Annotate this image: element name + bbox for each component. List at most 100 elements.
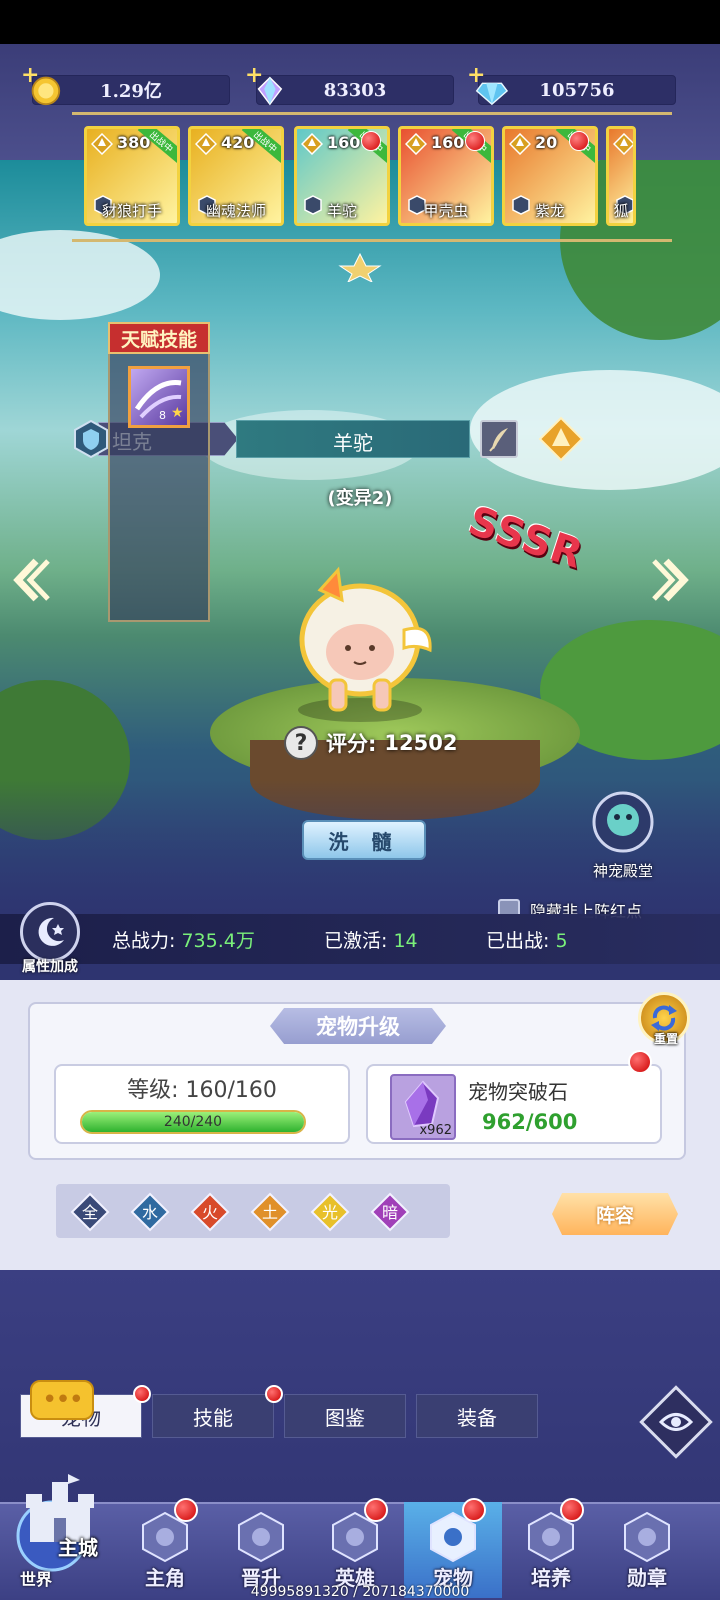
diamond-currency[interactable]: + 105756 [467,62,676,106]
dark-filter-button[interactable]: 暗 [370,1192,410,1232]
light-filter-button[interactable]: 光 [310,1192,350,1232]
tab-skills[interactable]: 技能 [152,1385,283,1438]
pet-level: 20 [535,133,558,152]
deployed-count: 已出战: 5 [486,926,568,953]
pet-name: 羊驼 [326,202,357,220]
score-value: 12502 [384,731,458,755]
earth-element-badge-icon[interactable] [538,416,584,462]
main-city-button[interactable]: 主城 世界 [8,1472,118,1592]
talent-title: 天赋技能 [108,322,210,354]
water-filter-button[interactable]: 水 [130,1192,170,1232]
stone-progress: 962/600 [482,1110,578,1134]
tab-red-dot [265,1385,283,1403]
alpaca-pet-figure [298,566,432,722]
divine-pet-hall-button[interactable]: 神宠殿堂 [585,790,661,881]
promotion-badge-icon [238,1511,284,1563]
all-filter-icon: 全 [70,1192,110,1232]
earth-filter-label: 土 [262,1203,278,1222]
stats-bar: 总战力: 735.4万 已激活: 14 已出战: 5 [0,914,720,964]
pet-card[interactable]: 160出战中甲壳虫 [398,126,494,226]
pet-card[interactable]: 160出战中羊驼 [294,126,390,226]
add-gold-icon[interactable]: + [21,62,39,88]
total-power: 总战力: 735.4万 [112,926,255,953]
tab-label: 装备 [457,1405,497,1430]
rank-crown-icon [509,133,531,155]
rename-button[interactable] [480,420,518,458]
pet-card[interactable]: 狐 [606,126,636,226]
wash-marrow-button[interactable]: 洗 髓 [302,820,426,860]
dark-filter-label: 暗 [382,1203,398,1222]
tab-equipment[interactable]: 装备 [416,1394,538,1438]
gold-currency[interactable]: + 1.29亿 [21,62,230,106]
rank-crown-icon [195,133,217,155]
total-power-label: 总战力: [112,930,176,952]
crystal-value: 83303 [323,79,387,101]
tab-codex[interactable]: 图鉴 [284,1394,406,1438]
pet-name: 豺狼打手 [101,202,162,220]
add-diamond-icon[interactable]: + [467,62,485,88]
earth-filter-button[interactable]: 土 [250,1192,290,1232]
nav-red-dot [364,1498,388,1522]
attribute-bonus-button[interactable]: 属性加成 [14,902,86,976]
tab-red-dot [133,1385,151,1403]
star-icon: ★ [171,405,184,421]
pet-card[interactable]: 380 出战中 豺狼打手 [84,126,180,226]
score-display: ? 评分: 12502 [284,726,457,760]
dark-filter-icon: 暗 [370,1192,410,1232]
eye-swirl-icon [658,1413,694,1431]
pet-name: 甲壳虫 [423,202,469,220]
reset-button[interactable]: 重置 [638,992,694,1052]
feather-pen-icon [489,428,508,452]
pet-card[interactable]: 20出战中紫龙 [502,126,598,226]
next-pet-arrow-icon[interactable] [650,555,690,605]
stone-name: 宠物突破石 [468,1080,568,1104]
fire-filter-label: 火 [202,1203,218,1222]
crown-ornament-icon [338,252,382,282]
rank-crown-icon [613,133,633,155]
footer-ids: 49995891320 / 207184370000 [250,1584,470,1600]
diamond-value: 105756 [539,79,615,101]
skill-level: 8 [159,409,166,422]
moon-star-icon [38,917,64,946]
tab-label: 技能 [193,1405,233,1430]
exp-progress-bar: 240/240 [80,1110,306,1134]
pet-upgrade-title: 宠物升级 [270,1008,446,1044]
pet-hall-icon [592,791,654,853]
pet-name: 紫龙 [534,202,565,220]
exp-progress-text: 240/240 [163,1114,223,1130]
rank-crown-icon [91,133,113,155]
water-filter-label: 水 [142,1203,158,1222]
breakthrough-stone-slot[interactable]: x962 [390,1074,456,1140]
pet-card[interactable]: 420 出战中 幽魂法师 [188,126,284,226]
all-filter-button[interactable]: 全 [70,1192,110,1232]
score-label: 评分: [326,732,377,756]
talent-skill-slot[interactable]: 8 ★ [128,366,190,428]
pet-red-dot [569,131,589,151]
activated-value: 14 [393,930,418,952]
stone-count: x962 [419,1123,452,1138]
add-crystal-icon[interactable]: + [245,62,263,88]
lineup-button[interactable]: 阵容 [552,1193,678,1235]
attribute-bonus-label: 属性加成 [22,959,78,975]
light-filter-label: 光 [322,1203,338,1222]
medal-icon [624,1511,670,1563]
water-filter-icon: 水 [130,1192,170,1232]
crystal-currency[interactable]: + 83303 [245,62,454,106]
previous-pet-arrow-icon[interactable] [12,555,52,605]
pet-name: 幽魂法师 [205,202,266,220]
level-box: 等级: 160/160 240/240 [54,1064,350,1144]
all-filter-label: 全 [82,1203,98,1222]
pet-name: 羊驼 [333,431,373,455]
attribute-bonus-ring [20,902,80,962]
chat-bubble-icon[interactable]: ••• [30,1380,94,1420]
nav-red-dot [560,1498,584,1522]
total-power-value: 735.4万 [181,930,255,952]
fire-filter-button[interactable]: 火 [190,1192,230,1232]
breakthrough-stone-box[interactable]: x962 宠物突破石 962/600 [366,1064,662,1144]
nav-red-dot [462,1498,486,1522]
pet-red-dot [361,131,381,151]
pet-red-dot [465,131,485,151]
level-label: 等级: 160/160 [127,1078,277,1103]
help-icon[interactable]: ? [284,726,318,760]
gold-value: 1.29亿 [100,81,162,102]
